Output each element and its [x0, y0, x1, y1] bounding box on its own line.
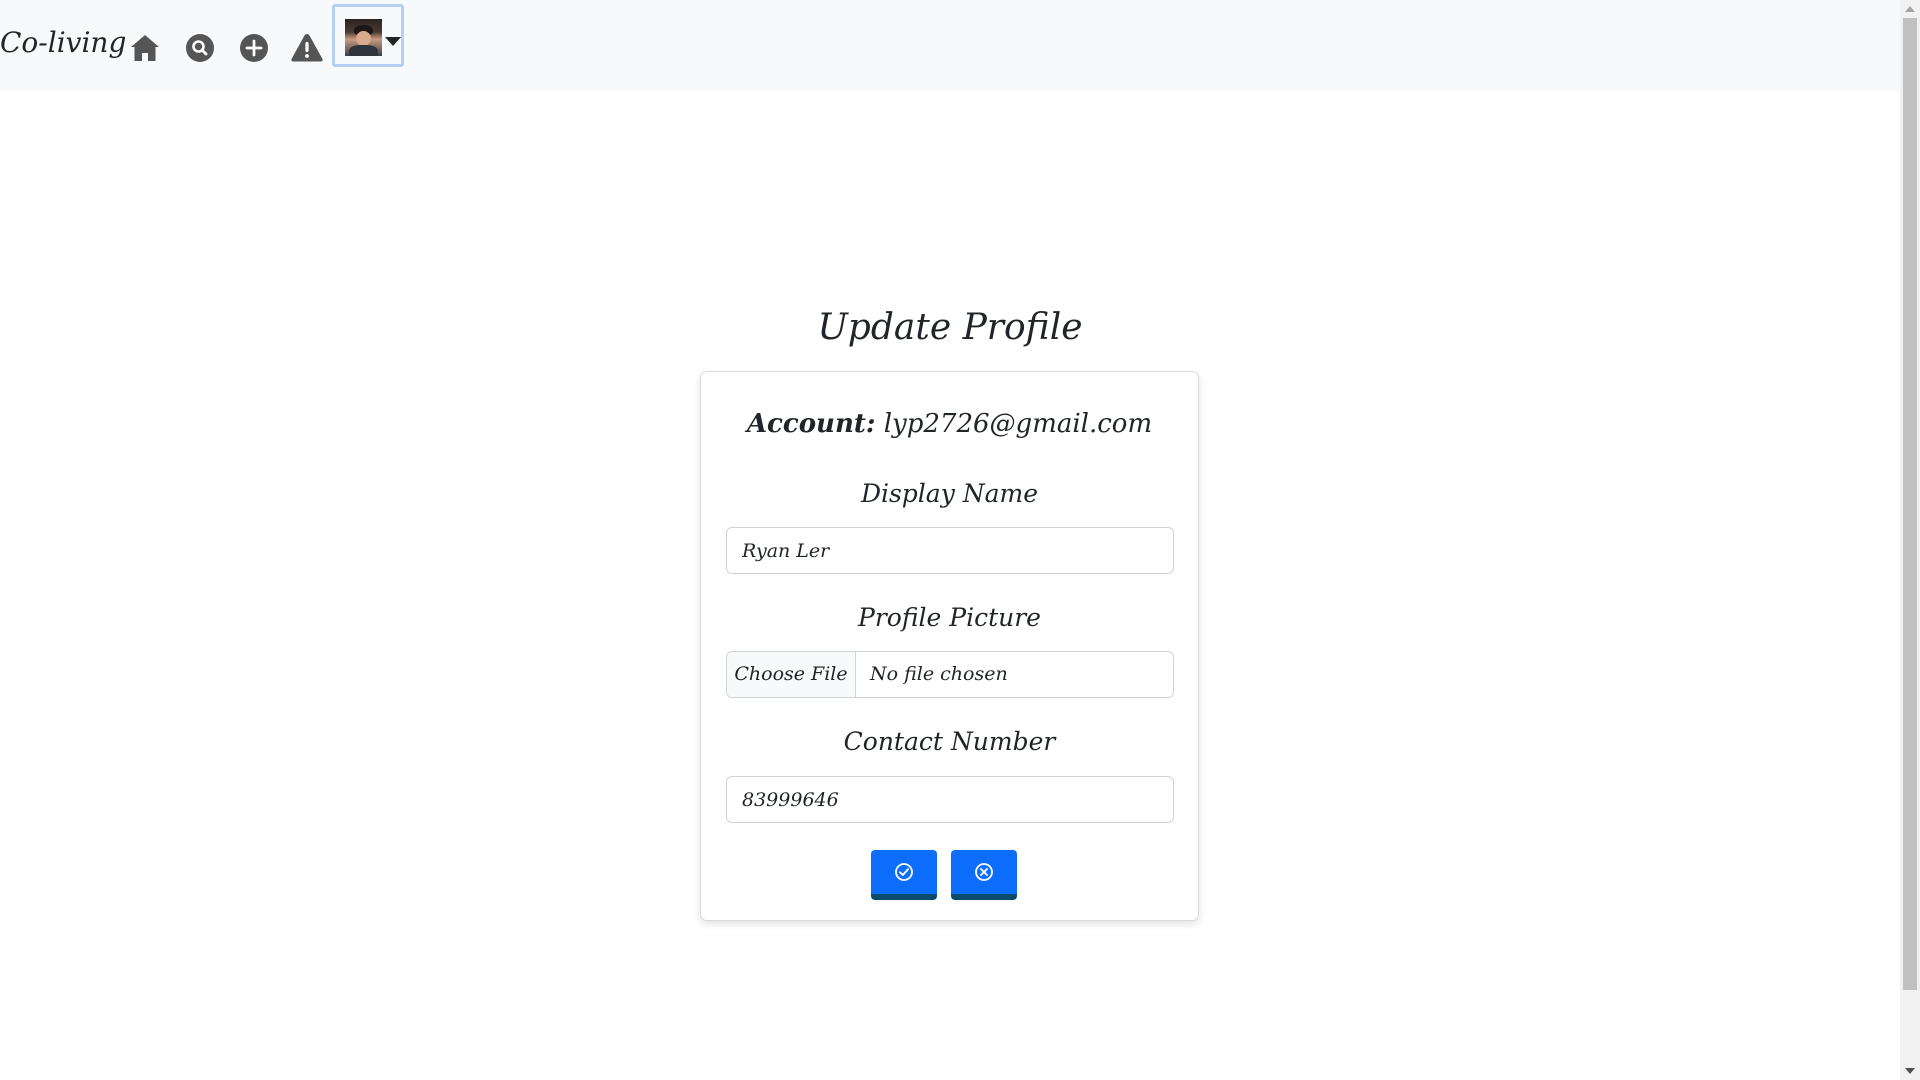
profile-picture-label: Profile Picture [858, 603, 1041, 632]
profile-picture-input[interactable]: Choose File No file chosen [726, 651, 1174, 698]
contact-number-input[interactable] [726, 776, 1174, 823]
account-line: Account: lyp2726@gmail.com [701, 409, 1198, 439]
scroll-down-icon[interactable] [1905, 1068, 1915, 1074]
brand-link[interactable]: Co-living [0, 26, 126, 59]
cancel-button[interactable] [951, 850, 1017, 900]
caret-down-icon [385, 37, 401, 46]
warning-icon[interactable] [289, 30, 325, 66]
account-email: lyp2726@gmail.com [883, 409, 1153, 439]
scrollbar-thumb[interactable] [1903, 18, 1917, 990]
file-status-text: No file chosen [870, 663, 1008, 685]
display-name-label: Display Name [860, 479, 1039, 508]
user-menu-toggle[interactable] [332, 4, 404, 67]
contact-number-label: Contact Number [843, 727, 1056, 756]
user-avatar [345, 19, 382, 56]
home-icon[interactable] [127, 30, 163, 66]
x-circle-icon [975, 863, 993, 881]
display-name-input[interactable] [726, 527, 1174, 574]
navbar: Co-living [0, 0, 1900, 90]
page-title: Update Profile [817, 307, 1083, 348]
check-circle-icon [895, 863, 913, 881]
profile-form-card: Account: lyp2726@gmail.com Display Name … [700, 371, 1199, 921]
add-icon[interactable] [236, 30, 272, 66]
choose-file-button[interactable]: Choose File [727, 652, 856, 697]
search-icon[interactable] [182, 30, 218, 66]
account-label: Account: [746, 409, 876, 439]
scroll-up-icon[interactable] [1905, 6, 1915, 12]
scrollbar[interactable] [1900, 0, 1920, 1080]
confirm-button[interactable] [871, 850, 937, 900]
